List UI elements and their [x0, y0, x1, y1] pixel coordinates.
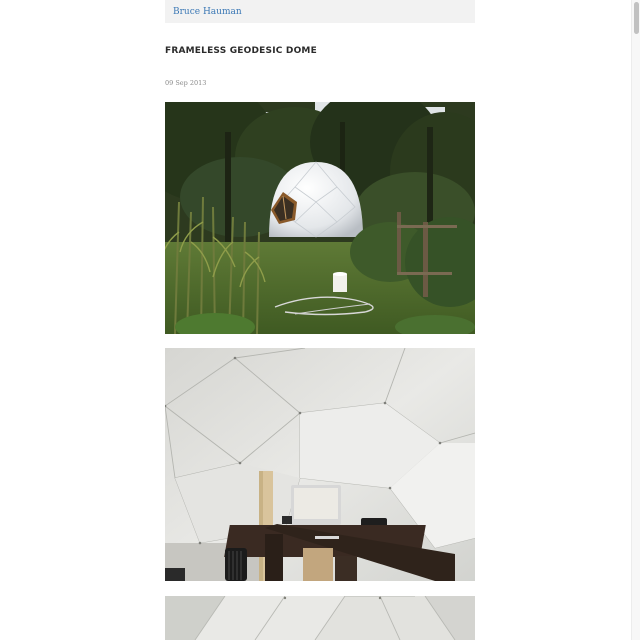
- dome-interior-desk-photo: [165, 348, 475, 581]
- blog-post-page: Bruce Hauman FRAMELESS GEODESIC DOME 09 …: [165, 0, 475, 640]
- page-scrollbar[interactable]: [631, 0, 640, 640]
- scrollbar-thumb[interactable]: [634, 2, 639, 34]
- post-title: FRAMELESS GEODESIC DOME: [165, 46, 317, 56]
- site-header: Bruce Hauman: [165, 0, 475, 23]
- dome-exterior-photo: [165, 102, 475, 334]
- post-date: 09 Sep 2013: [165, 79, 207, 87]
- site-name-link[interactable]: Bruce Hauman: [173, 7, 242, 17]
- dome-interior-ceiling-photo: [165, 596, 475, 640]
